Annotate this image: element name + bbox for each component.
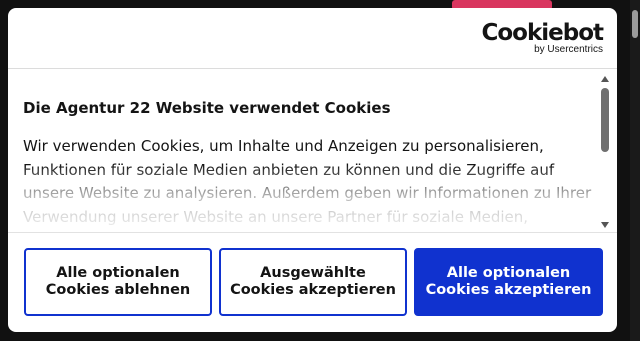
cookie-consent-dialog: Cookiebot by Usercentrics Die Agentur 22… — [8, 8, 617, 332]
consent-title: Die Agentur 22 Website verwendet Cookies — [23, 99, 391, 117]
cookiebot-logo: Cookiebot by Usercentrics — [481, 20, 604, 56]
content-scrollbar[interactable] — [599, 76, 611, 228]
consent-body: Die Agentur 22 Website verwendet Cookies… — [8, 69, 617, 231]
footer-divider — [8, 232, 617, 233]
scroll-down-arrow-icon[interactable] — [601, 222, 609, 228]
accept-all-label: Alle optionalen Cookies akzeptieren — [425, 265, 592, 298]
accept-selected-label: Ausgewählte Cookies akzeptieren — [230, 265, 396, 298]
scroll-up-arrow-icon[interactable] — [601, 76, 609, 82]
reject-all-button[interactable]: Alle optionalen Cookies ablehnen — [24, 248, 212, 316]
text-fade-overlay — [8, 164, 597, 231]
accept-all-button[interactable]: Alle optionalen Cookies akzeptieren — [414, 248, 603, 316]
logo-wordmark: Cookiebot — [481, 20, 604, 46]
page-scrollbar[interactable] — [630, 0, 640, 341]
dialog-header: Cookiebot by Usercentrics — [8, 8, 617, 69]
accept-selected-button[interactable]: Ausgewählte Cookies akzeptieren — [219, 248, 407, 316]
content-scrollbar-thumb[interactable] — [601, 88, 609, 152]
reject-all-label: Alle optionalen Cookies ablehnen — [45, 265, 191, 298]
page-scrollbar-thumb[interactable] — [632, 10, 638, 38]
